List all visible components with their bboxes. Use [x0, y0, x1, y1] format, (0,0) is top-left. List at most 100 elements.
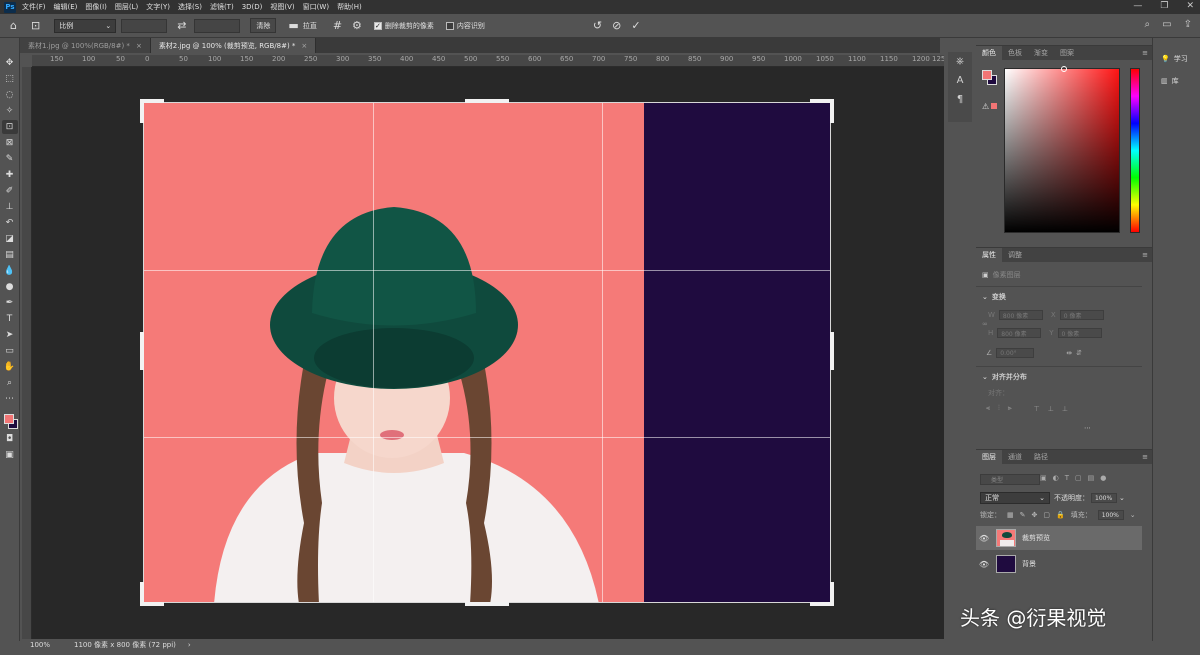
color-picker-handle[interactable] [1061, 66, 1067, 72]
tab-layers[interactable]: 图层 [976, 450, 1002, 464]
straighten-icon[interactable]: ▬ [288, 19, 298, 32]
ratio-select[interactable]: 比例 ⌄ [54, 18, 117, 33]
ratio-width-field[interactable] [121, 18, 168, 33]
menu-edit[interactable]: 编辑(E) [54, 2, 78, 12]
document-image[interactable] [143, 102, 831, 603]
filter-type-icon[interactable]: T [1065, 474, 1069, 482]
ratio-height-field[interactable] [194, 18, 241, 33]
chevron-down-icon[interactable]: ⌄ [1119, 494, 1125, 502]
marquee-tool-icon[interactable]: ⬚ [2, 72, 18, 86]
flip-horizontal-icon[interactable]: ⇹ [1066, 349, 1072, 357]
align-hcenter-icon[interactable]: ⫶ [998, 404, 1000, 413]
layer-row[interactable]: 👁 裁剪预览 [976, 526, 1142, 550]
x-field[interactable]: 0 像素 [1059, 310, 1104, 320]
gear-icon[interactable]: ⚙ [352, 19, 362, 32]
opacity-field[interactable]: 100% [1091, 493, 1117, 503]
frame-tool-icon[interactable]: ⊠ [2, 136, 18, 150]
visibility-eye-icon[interactable]: 👁 [976, 560, 992, 569]
clone-stamp-icon[interactable]: ⊥ [2, 200, 18, 214]
home-icon[interactable]: ⌂ [10, 19, 17, 32]
menu-type[interactable]: 文字(Y) [146, 2, 170, 12]
delete-cropped-option[interactable]: ✓ 删除裁剪的像素 [373, 21, 434, 31]
brush-tool-icon[interactable]: ✐ [2, 184, 18, 198]
tab-document-2[interactable]: 素材2.jpg @ 100% (裁剪预览, RGB/8#) * × [150, 38, 317, 53]
tab-paths[interactable]: 路径 [1028, 450, 1054, 464]
menu-layer[interactable]: 图层(L) [115, 2, 138, 12]
filter-toggle-icon[interactable]: ● [1100, 474, 1106, 482]
menu-select[interactable]: 选择(S) [178, 2, 202, 12]
hand-tool-icon[interactable]: ✋ [2, 360, 18, 374]
transform-section-header[interactable]: ⌄ 变换 [982, 292, 1006, 302]
screen-mode-icon[interactable]: ▣ [2, 448, 18, 462]
lock-position-icon[interactable]: ✥ [1032, 511, 1038, 519]
close-icon[interactable]: ✕ [1186, 1, 1194, 11]
tab-adjustments[interactable]: 调整 [1002, 248, 1028, 262]
menu-view[interactable]: 视图(V) [270, 2, 294, 12]
cancel-icon[interactable]: ⊘ [612, 19, 621, 32]
character-panel-icon[interactable]: A [957, 75, 964, 86]
reset-icon[interactable]: ↺ [593, 19, 602, 32]
quick-mask-icon[interactable]: ◘ [2, 432, 18, 446]
chevron-right-icon[interactable]: › [188, 641, 191, 649]
chevron-down-icon[interactable]: ⌄ [1130, 511, 1136, 519]
menu-file[interactable]: 文件(F) [22, 2, 46, 12]
lasso-tool-icon[interactable]: ◌ [2, 88, 18, 102]
swap-icon[interactable]: ⇄ [177, 19, 186, 32]
panel-menu-icon[interactable]: ≡ [1142, 453, 1148, 461]
learn-button[interactable]: 💡 学习 [1153, 48, 1200, 70]
flip-vertical-icon[interactable]: ⇵ [1076, 349, 1082, 357]
gradient-tool-icon[interactable]: ▤ [2, 248, 18, 262]
visibility-eye-icon[interactable]: 👁 [976, 534, 992, 543]
filter-pixel-icon[interactable]: ▣ [1040, 474, 1047, 482]
horizontal-ruler[interactable]: 150 100 50 0 50 100 150 200 250 300 350 … [32, 55, 944, 67]
restore-icon[interactable]: ❐ [1160, 1, 1168, 11]
content-aware-checkbox[interactable] [445, 21, 454, 30]
search-icon[interactable]: ⌕ [1145, 19, 1151, 30]
more-options-icon[interactable]: ⋯ [1084, 424, 1091, 432]
filter-shape-icon[interactable]: ▢ [1075, 474, 1082, 482]
type-tool-icon[interactable]: T [2, 312, 18, 326]
foreground-color-swatch[interactable] [3, 414, 14, 424]
angle-field[interactable]: 0.00° [996, 348, 1035, 358]
minimize-icon[interactable]: — [1133, 1, 1142, 11]
lock-transparent-icon[interactable]: ▦ [1007, 511, 1014, 519]
gamut-warning-icon[interactable]: ⚠ [982, 102, 989, 111]
straighten-label[interactable]: 拉直 [303, 21, 317, 31]
crop-handle-right[interactable] [830, 332, 834, 370]
height-field[interactable]: 800 像素 [997, 328, 1042, 338]
lock-artboard-icon[interactable]: ▢ [1043, 511, 1050, 519]
tab-properties[interactable]: 属性 [976, 248, 1002, 262]
color-panel-swatches[interactable] [982, 70, 998, 86]
align-top-icon[interactable]: ⊤ [1034, 405, 1040, 413]
crop-handle-left[interactable] [140, 332, 144, 370]
menu-image[interactable]: 图像(I) [85, 2, 107, 12]
tab-document-1[interactable]: 素材1.jpg @ 100%(RGB/8#) * × [20, 38, 151, 53]
crop-handle-top-right[interactable] [830, 99, 834, 123]
close-icon[interactable]: × [136, 42, 142, 50]
tab-channels[interactable]: 通道 [1002, 450, 1028, 464]
color-swatches[interactable] [2, 412, 18, 430]
zoom-level[interactable]: 100% [30, 641, 50, 649]
commit-check-icon[interactable]: ✓ [631, 19, 640, 32]
delete-cropped-checkbox[interactable]: ✓ [373, 21, 382, 30]
move-tool-icon[interactable]: ✥ [2, 56, 18, 70]
content-aware-option[interactable]: 内容识别 [445, 21, 485, 31]
link-icon[interactable]: ∞ [982, 320, 988, 328]
gamut-color-chip[interactable] [991, 103, 997, 109]
align-left-icon[interactable]: ⫷ [986, 404, 990, 413]
tab-gradients[interactable]: 渐变 [1028, 46, 1054, 60]
clear-button[interactable]: 清除 [250, 18, 277, 33]
foreground-color-swatch[interactable] [982, 70, 992, 80]
tab-patterns[interactable]: 图案 [1054, 46, 1080, 60]
dodge-tool-icon[interactable]: ● [2, 280, 18, 294]
hue-slider[interactable] [1130, 68, 1140, 233]
menu-3d[interactable]: 3D(D) [242, 3, 263, 11]
align-section-header[interactable]: ⌄ 对齐并分布 [982, 372, 1027, 382]
menu-help[interactable]: 帮助(H) [337, 2, 362, 12]
filter-adjust-icon[interactable]: ◐ [1053, 474, 1059, 482]
pen-tool-icon[interactable]: ✒ [2, 296, 18, 310]
crop-tool-icon[interactable]: ⊡ [1, 120, 18, 134]
fill-field[interactable]: 100% [1097, 510, 1124, 520]
crop-handle-bottom-right[interactable] [830, 582, 834, 606]
lock-paint-icon[interactable]: ✎ [1020, 511, 1026, 519]
